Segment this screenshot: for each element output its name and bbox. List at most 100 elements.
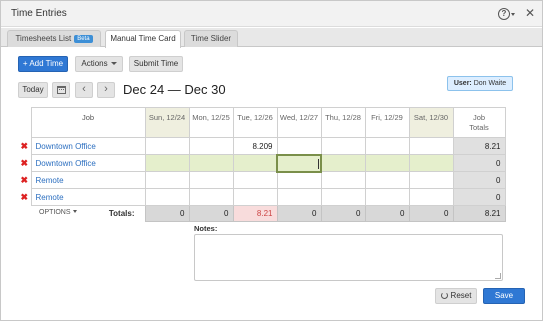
table-row: ✖ Downtown Office 0 (18, 153, 506, 173)
row-total: 0 (452, 188, 506, 206)
tab-label: Manual Time Card (110, 34, 176, 43)
user-badge: User: Don Waite (447, 76, 513, 91)
save-label: Save (494, 291, 514, 300)
options-dropdown[interactable]: OPTIONS Totals: (31, 205, 145, 222)
day-header: Thu, 12/28 (320, 107, 366, 138)
day-total: 8.21 (232, 205, 278, 222)
user-prefix: User: (453, 80, 472, 87)
totals-label: Totals: (108, 209, 135, 219)
chevron-right-icon: › (104, 83, 108, 95)
day-total: 0 (276, 205, 322, 222)
time-entries-window: Time Entries ? ✕ Timesheets List Beta Man… (0, 0, 543, 321)
hours-cell[interactable] (144, 137, 190, 155)
grand-total: 8.21 (452, 205, 506, 222)
day-header: Wed, 12/27 (276, 107, 322, 138)
hours-cell[interactable] (408, 154, 454, 172)
hours-cell[interactable] (320, 171, 366, 189)
help-menu-button[interactable]: ? (498, 7, 518, 21)
job-column-header: Job (30, 107, 146, 138)
blank-cell (18, 205, 31, 222)
job-link[interactable]: Remote (30, 171, 146, 189)
job-totals-header: Job Totals (452, 107, 506, 138)
hours-cell[interactable] (364, 171, 410, 189)
hours-cell[interactable] (232, 171, 278, 189)
day-total: 0 (188, 205, 234, 222)
hours-cell[interactable] (276, 171, 322, 189)
save-button[interactable]: Save (483, 288, 525, 304)
user-name: Don Waite (473, 80, 507, 87)
next-week-button[interactable]: › (97, 82, 115, 98)
notes-textarea[interactable] (194, 234, 503, 281)
job-link[interactable]: Downtown Office (30, 154, 146, 172)
notes-label: Notes: (194, 224, 218, 233)
reset-label: Reset (450, 291, 472, 300)
hours-cell[interactable] (364, 188, 410, 206)
window-title: Time Entries (11, 8, 67, 19)
job-link[interactable]: Remote (30, 188, 146, 206)
add-time-label: + Add Time (22, 59, 64, 68)
hours-cell[interactable] (188, 137, 234, 155)
actions-dropdown[interactable]: Actions (75, 56, 123, 72)
day-total: 0 (144, 205, 190, 222)
row-total: 8.21 (452, 137, 506, 155)
hours-cell[interactable] (188, 154, 234, 172)
day-total: 0 (320, 205, 366, 222)
day-total: 0 (364, 205, 410, 222)
date-range: Dec 24 — Dec 30 (123, 82, 226, 97)
job-totals-header-line1: Job (472, 113, 486, 122)
day-header: Sat, 12/30 (408, 107, 454, 138)
today-label: Today (22, 85, 44, 94)
beta-badge: Beta (74, 35, 93, 43)
hours-cell[interactable] (188, 188, 234, 206)
day-header: Tue, 12/26 (232, 107, 278, 138)
reset-button[interactable]: Reset (435, 288, 477, 304)
day-header: Mon, 12/25 (188, 107, 234, 138)
options-label: OPTIONS (39, 209, 71, 217)
hours-cell[interactable] (364, 137, 410, 155)
hours-cell[interactable] (320, 188, 366, 206)
hours-cell[interactable] (188, 171, 234, 189)
hours-cell[interactable] (320, 154, 366, 172)
resize-handle-icon[interactable] (495, 273, 501, 279)
delete-column-header (18, 107, 31, 138)
add-time-button[interactable]: + Add Time (18, 56, 68, 72)
row-total: 0 (452, 154, 506, 172)
hours-cell[interactable] (144, 154, 190, 172)
table-row: ✖ Remote 0 (18, 188, 506, 206)
hours-input-focused[interactable] (276, 153, 322, 173)
chevron-down-icon (511, 12, 515, 16)
tab-timesheets-list[interactable]: Timesheets List Beta (7, 30, 101, 47)
today-button[interactable]: Today (18, 82, 48, 98)
hours-cell[interactable] (320, 137, 366, 155)
close-icon[interactable]: ✕ (525, 6, 535, 20)
prev-week-button[interactable]: ‹ (75, 82, 93, 98)
tab-manual-time-card[interactable]: Manual Time Card (105, 30, 181, 48)
chevron-down-icon (72, 210, 77, 214)
title-bar: Time Entries ? ✕ (1, 1, 542, 27)
hours-cell[interactable] (408, 188, 454, 206)
totals-row: OPTIONS Totals: 0 0 8.21 0 0 0 0 8.21 (18, 205, 506, 222)
hours-cell[interactable] (276, 137, 322, 155)
hours-cell[interactable] (408, 171, 454, 189)
grid-header-row: Job Sun, 12/24 Mon, 12/25 Tue, 12/26 Wed… (18, 107, 506, 138)
close-icon[interactable]: ✖ (18, 155, 31, 172)
hours-cell[interactable]: 8.209 (232, 137, 278, 155)
table-row: ✖ Remote 0 (18, 171, 506, 189)
close-icon[interactable]: ✖ (18, 138, 31, 155)
close-icon[interactable]: ✖ (18, 172, 31, 189)
hours-cell[interactable] (144, 171, 190, 189)
hours-cell[interactable] (144, 188, 190, 206)
day-total: 0 (408, 205, 454, 222)
submit-time-button[interactable]: Submit Time (129, 56, 183, 72)
submit-time-label: Submit Time (133, 59, 179, 68)
hours-cell[interactable] (364, 154, 410, 172)
close-icon[interactable]: ✖ (18, 189, 31, 206)
hours-cell[interactable] (408, 137, 454, 155)
tab-time-slider[interactable]: Time Slider (184, 30, 238, 47)
hours-cell[interactable] (276, 188, 322, 206)
calendar-button[interactable] (52, 82, 70, 98)
hours-cell[interactable] (232, 188, 278, 206)
calendar-icon (57, 86, 66, 94)
job-link[interactable]: Downtown Office (30, 137, 146, 155)
hours-cell[interactable] (232, 154, 278, 172)
